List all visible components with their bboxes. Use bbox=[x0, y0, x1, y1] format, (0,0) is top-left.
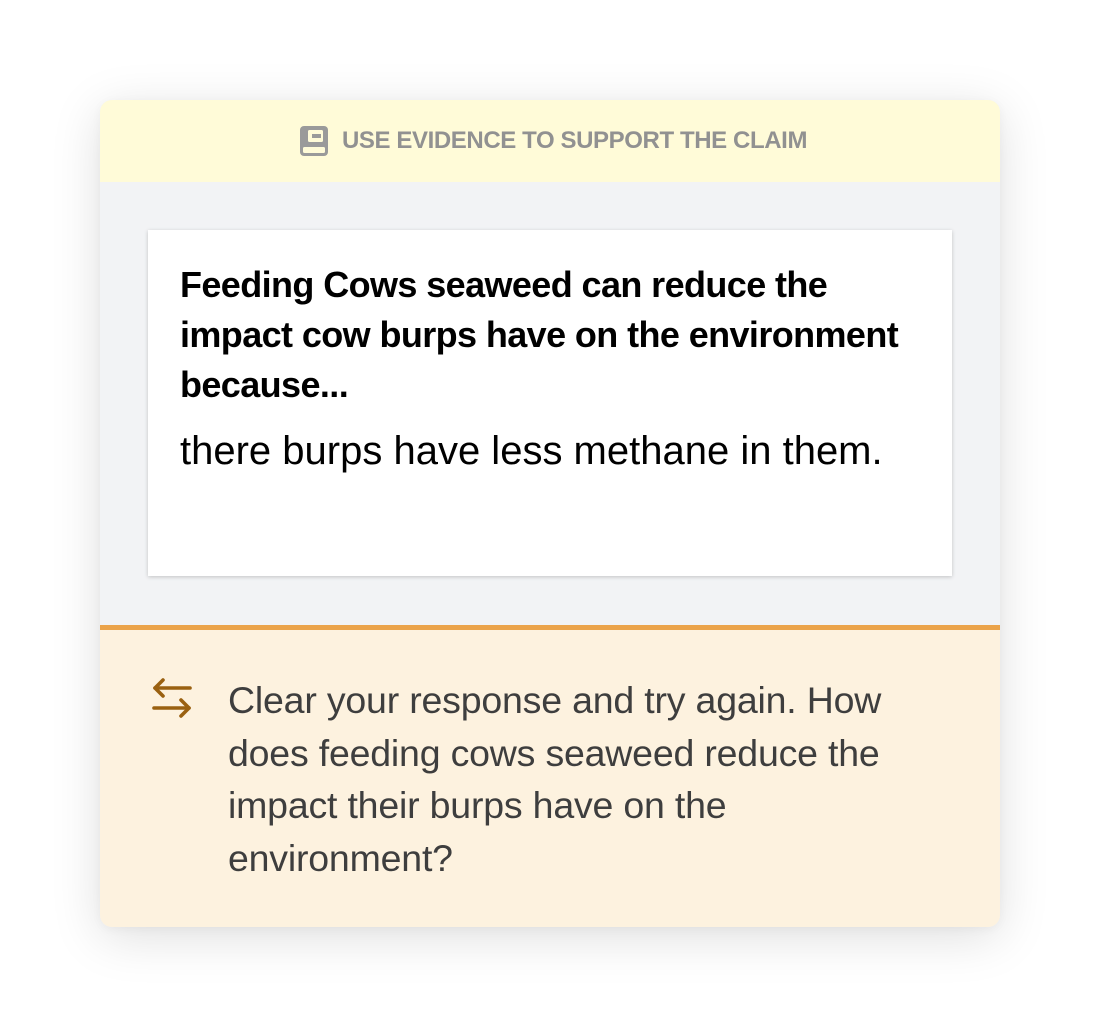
feedback-panel: Clear your response and try again. How d… bbox=[100, 625, 1000, 927]
response-area: Feeding Cows seaweed can reduce the impa… bbox=[100, 182, 1000, 625]
activity-card: USE EVIDENCE TO SUPPORT THE CLAIM Feedin… bbox=[100, 100, 1000, 927]
feedback-message: Clear your response and try again. How d… bbox=[228, 679, 882, 879]
prompt-stem: Feeding Cows seaweed can reduce the impa… bbox=[180, 264, 899, 405]
book-icon bbox=[299, 125, 329, 157]
instruction-banner: USE EVIDENCE TO SUPPORT THE CLAIM bbox=[100, 100, 1000, 182]
instruction-label: USE EVIDENCE TO SUPPORT THE CLAIM bbox=[341, 127, 808, 154]
swap-arrows-icon bbox=[150, 676, 194, 720]
response-editor[interactable]: Feeding Cows seaweed can reduce the impa… bbox=[148, 230, 952, 576]
student-response-input[interactable]: there burps have less methane in them. bbox=[180, 426, 920, 477]
